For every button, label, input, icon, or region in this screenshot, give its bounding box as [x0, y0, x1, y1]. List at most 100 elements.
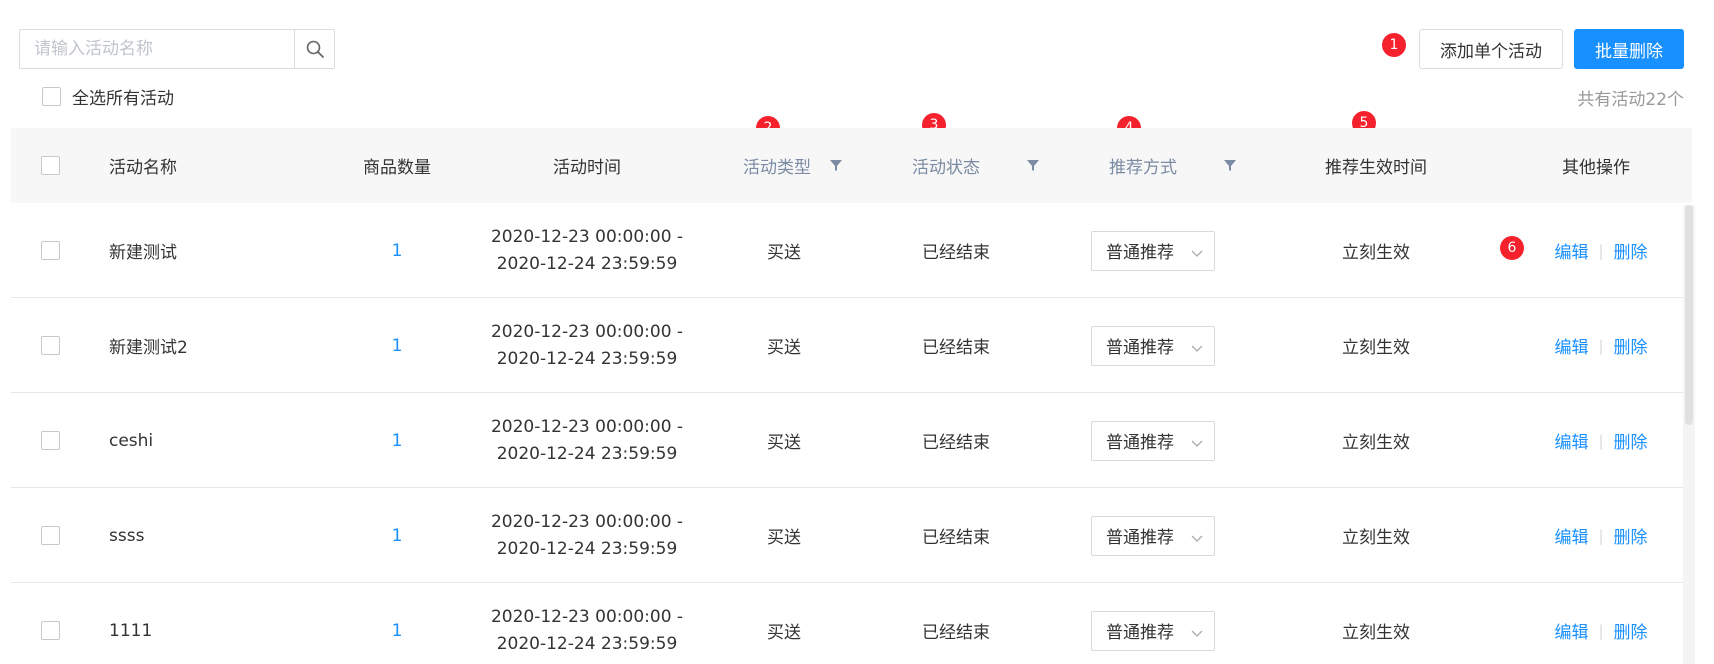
row-checkbox[interactable]	[40, 336, 60, 355]
activity-time: 2020-12-23 00:00:00 - 2020-12-24 23:59:5…	[477, 203, 697, 298]
time-end: 2020-12-24 23:59:59	[496, 538, 678, 559]
row-select	[38, 488, 62, 583]
recommend-value: 普通推荐	[1106, 433, 1174, 453]
time-start: 2020-12-23 00:00:00 -	[490, 321, 684, 342]
product-qty[interactable]: 1	[327, 203, 467, 298]
activity-table: 活动名称 商品数量 活动时间 活动类型 活动状态 推荐方式 推荐生效时间 其他操…	[11, 128, 1692, 664]
product-qty[interactable]: 1	[327, 488, 467, 583]
table-row: ceshi 1 2020-12-23 00:00:00 - 2020-12-24…	[11, 393, 1692, 488]
row-checkbox[interactable]	[40, 621, 60, 640]
filter-status-icon[interactable]	[1026, 158, 1040, 172]
row-ops: 编辑 | 删除	[1531, 298, 1671, 393]
op-divider: |	[1598, 621, 1604, 640]
row-ops: 编辑 | 删除	[1531, 488, 1671, 583]
row-checkbox[interactable]	[40, 526, 60, 545]
row-ops: 编辑 | 删除	[1531, 583, 1671, 664]
header-type[interactable]: 活动类型	[717, 128, 837, 203]
edit-link[interactable]: 编辑	[1554, 428, 1588, 453]
scrollbar-thumb[interactable]	[1685, 205, 1693, 425]
table-row: ssss 1 2020-12-23 00:00:00 - 2020-12-24 …	[11, 488, 1692, 583]
edit-link[interactable]: 编辑	[1554, 238, 1588, 263]
edit-link[interactable]: 编辑	[1554, 523, 1588, 548]
product-qty[interactable]: 1	[327, 393, 467, 488]
time-end: 2020-12-24 23:59:59	[496, 443, 678, 464]
search-box	[19, 29, 335, 69]
delete-link[interactable]: 删除	[1614, 333, 1648, 358]
time-end: 2020-12-24 23:59:59	[496, 253, 678, 274]
filter-recommend-icon[interactable]	[1223, 158, 1237, 172]
recommend-select[interactable]: 普通推荐	[1091, 325, 1215, 366]
effect-time: 立刻生效	[1342, 623, 1410, 643]
annotation-badge-1: 1	[1382, 33, 1406, 57]
recommend-value: 普通推荐	[1106, 623, 1174, 643]
header-name: 活动名称	[109, 158, 177, 178]
chevron-down-icon	[1191, 535, 1203, 542]
search-input[interactable]	[20, 30, 294, 68]
edit-link[interactable]: 编辑	[1554, 618, 1588, 643]
delete-link[interactable]: 删除	[1614, 523, 1648, 548]
activity-time: 2020-12-23 00:00:00 - 2020-12-24 23:59:5…	[477, 488, 697, 583]
time-start: 2020-12-23 00:00:00 -	[490, 226, 684, 247]
row-select	[38, 393, 62, 488]
edit-link[interactable]: 编辑	[1554, 333, 1588, 358]
row-select	[38, 203, 62, 298]
time-start: 2020-12-23 00:00:00 -	[490, 511, 684, 532]
header-ops: 其他操作	[1562, 158, 1630, 178]
delete-link[interactable]: 删除	[1614, 428, 1648, 453]
recommend-value: 普通推荐	[1106, 243, 1174, 263]
delete-link[interactable]: 删除	[1614, 618, 1648, 643]
activity-type: 买送	[767, 433, 801, 453]
time-start: 2020-12-23 00:00:00 -	[490, 416, 684, 437]
header-status[interactable]: 活动状态	[886, 128, 1006, 203]
recommend-cell: 普通推荐	[1081, 203, 1225, 298]
recommend-select[interactable]: 普通推荐	[1091, 420, 1215, 461]
chevron-down-icon	[1191, 250, 1203, 257]
activity-status: 已经结束	[922, 528, 990, 548]
effect-time: 立刻生效	[1342, 243, 1410, 263]
recommend-cell: 普通推荐	[1081, 393, 1225, 488]
activity-time: 2020-12-23 00:00:00 - 2020-12-24 23:59:5…	[477, 583, 697, 664]
activity-name: 新建测试	[109, 243, 177, 263]
activity-time: 2020-12-23 00:00:00 - 2020-12-24 23:59:5…	[477, 298, 697, 393]
activity-status: 已经结束	[922, 623, 990, 643]
op-divider: |	[1598, 336, 1604, 355]
search-button[interactable]	[294, 30, 334, 68]
header-recommend[interactable]: 推荐方式	[1083, 128, 1203, 203]
filter-type-icon[interactable]	[829, 158, 843, 172]
table-row: 新建测试2 1 2020-12-23 00:00:00 - 2020-12-24…	[11, 298, 1692, 393]
chevron-down-icon	[1191, 630, 1203, 637]
add-single-activity-button[interactable]: 添加单个活动	[1419, 29, 1563, 69]
activity-name: 1111	[109, 620, 153, 641]
recommend-select[interactable]: 普通推荐	[1091, 610, 1215, 651]
table-row: 1111 1 2020-12-23 00:00:00 - 2020-12-24 …	[11, 583, 1692, 664]
activity-name: ceshi	[109, 430, 154, 451]
recommend-select[interactable]: 普通推荐	[1091, 515, 1215, 556]
header-select-all	[38, 128, 62, 203]
recommend-cell: 普通推荐	[1081, 583, 1225, 664]
table-body: 新建测试 1 2020-12-23 00:00:00 - 2020-12-24 …	[11, 203, 1692, 664]
activity-status: 已经结束	[922, 338, 990, 358]
product-qty[interactable]: 1	[327, 298, 467, 393]
time-end: 2020-12-24 23:59:59	[496, 348, 678, 369]
activity-type: 买送	[767, 528, 801, 548]
chevron-down-icon	[1191, 345, 1203, 352]
recommend-cell: 普通推荐	[1081, 298, 1225, 393]
table-header: 活动名称 商品数量 活动时间 活动类型 活动状态 推荐方式 推荐生效时间 其他操…	[11, 128, 1692, 203]
recommend-value: 普通推荐	[1106, 338, 1174, 358]
delete-link[interactable]: 删除	[1614, 238, 1648, 263]
select-all-checkbox[interactable]	[42, 87, 61, 106]
row-ops: 编辑 | 删除	[1531, 393, 1671, 488]
product-qty[interactable]: 1	[327, 583, 467, 664]
recommend-select[interactable]: 普通推荐	[1091, 230, 1215, 271]
op-divider: |	[1598, 241, 1604, 260]
header-effect-time: 推荐生效时间	[1325, 158, 1427, 178]
batch-delete-button[interactable]: 批量删除	[1574, 29, 1684, 69]
activity-time: 2020-12-23 00:00:00 - 2020-12-24 23:59:5…	[477, 393, 697, 488]
header-checkbox[interactable]	[40, 156, 60, 175]
row-checkbox[interactable]	[40, 241, 60, 260]
header-qty: 商品数量	[363, 158, 431, 178]
total-count: 共有活动22个	[1577, 90, 1684, 110]
select-all[interactable]: 全选所有活动	[42, 84, 174, 109]
row-checkbox[interactable]	[40, 431, 60, 450]
activity-type: 买送	[767, 623, 801, 643]
